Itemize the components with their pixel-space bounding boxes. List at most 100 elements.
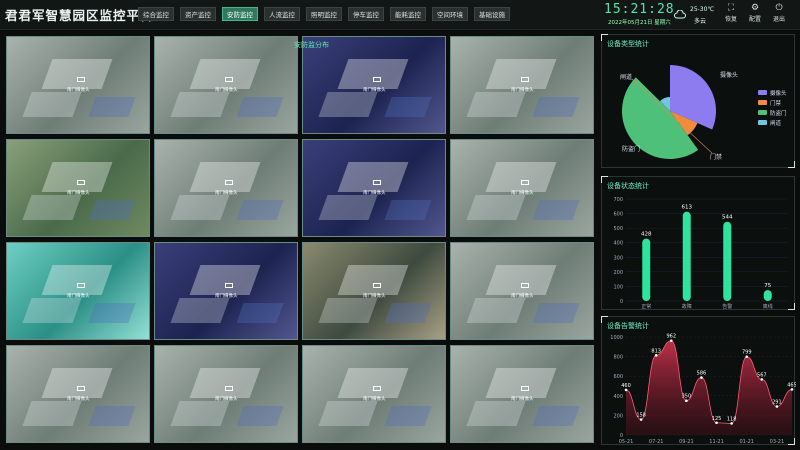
camera-feed-tile[interactable]: 南门摄像头 [302, 345, 446, 443]
device-type-pie-chart: 摄像头摄像头门禁门禁防盗门防盗门闸道闸道 [620, 65, 787, 161]
camera-label: 南门摄像头 [215, 397, 238, 402]
camera-feed-tile[interactable]: 南门摄像头 [6, 139, 150, 237]
building-shape [22, 298, 82, 323]
data-point[interactable] [700, 376, 703, 379]
building-shape [532, 303, 580, 323]
building-shape [466, 92, 526, 117]
x-tick-label: 离线 [763, 303, 773, 310]
y-tick-label: 700 [613, 197, 623, 203]
restore-label: 恢复 [724, 16, 737, 23]
building-shape [337, 59, 409, 89]
nav-tab[interactable]: 空间环境 [432, 7, 468, 21]
nav-tab[interactable]: 照明监控 [306, 7, 342, 21]
legend-label[interactable]: 防盗门 [770, 109, 787, 117]
data-point[interactable] [790, 388, 794, 391]
camera-feed-tile[interactable]: 南门摄像头 [302, 36, 446, 134]
building-shape [236, 200, 284, 220]
data-label: 465 [787, 382, 796, 388]
data-label: 158 [636, 413, 646, 419]
pie-label: 闸道 [620, 73, 632, 81]
logout-label: 退出 [772, 16, 785, 23]
camera-feed-tile[interactable]: 南门摄像头 [154, 345, 298, 443]
data-point[interactable] [639, 418, 643, 421]
data-point[interactable] [730, 422, 733, 425]
pie-label: 门禁 [710, 153, 722, 161]
bar-value-label: 613 [682, 205, 693, 211]
camera-label: 南门摄像头 [67, 191, 90, 196]
data-label: 350 [682, 394, 692, 400]
camera-feed-tile[interactable]: 南门摄像头 [302, 242, 446, 340]
camera-icon [77, 180, 85, 185]
x-tick-label: 05-21 [619, 439, 634, 445]
camera-feed-tile[interactable]: 南门摄像头 [154, 242, 298, 340]
building-shape [88, 303, 136, 323]
camera-label: 南门摄像头 [511, 397, 534, 402]
building-shape [41, 59, 113, 89]
data-point[interactable] [775, 405, 779, 408]
weather-widget: 25-30℃ 多云 [672, 4, 720, 26]
device-status-title: 设备状态统计 [607, 182, 649, 190]
building-shape [41, 265, 113, 295]
camera-feed-tile[interactable]: 南门摄像头 [154, 36, 298, 134]
nav-tab[interactable]: 停车监控 [348, 7, 384, 21]
camera-icon [521, 180, 529, 185]
camera-feed-tile[interactable]: 南门摄像头 [302, 139, 446, 237]
x-tick-label: 07-21 [649, 439, 664, 445]
data-point[interactable] [760, 378, 764, 381]
legend-label[interactable]: 门禁 [770, 99, 782, 107]
config-button[interactable]: ⚙ 配置 [746, 3, 764, 23]
building-shape [170, 92, 230, 117]
legend-swatch [758, 110, 767, 115]
camera-feed-tile[interactable]: 南门摄像头 [450, 36, 594, 134]
data-label: 118 [727, 416, 737, 422]
y-tick-label: 200 [613, 413, 623, 419]
device-status-bar-chart: 0 100 200 300 400 500 600 700 428 正常 613 故障 544 告警 75 离… [613, 197, 788, 310]
building-shape [485, 59, 557, 89]
bar-value-label: 544 [722, 215, 733, 221]
camera-feed-tile[interactable]: 南门摄像头 [6, 36, 150, 134]
building-shape [466, 401, 526, 426]
y-tick-label: 800 [613, 355, 623, 361]
nav-tab[interactable]: 安防监控 [222, 7, 258, 21]
nav-tab[interactable]: 能耗监控 [390, 7, 426, 21]
camera-feed-tile[interactable]: 南门摄像头 [6, 345, 150, 443]
config-label: 配置 [748, 16, 761, 23]
data-point[interactable] [624, 388, 628, 392]
building-shape [170, 298, 230, 323]
camera-label: 南门摄像头 [67, 294, 90, 299]
camera-label: 南门摄像头 [511, 191, 534, 196]
building-shape [22, 92, 82, 117]
data-point[interactable] [669, 339, 673, 343]
legend-label[interactable]: 摄像头 [770, 89, 787, 97]
data-point[interactable] [715, 421, 718, 425]
weather-temp: 25-30℃ [690, 6, 715, 13]
device-type-panel: 设备类型统计 摄像头 摄像头 门禁 门禁 防盗门 防盗门 闸道 闸道 [601, 34, 795, 168]
camera-label: 南门摄像头 [363, 88, 386, 93]
data-label: 799 [742, 350, 752, 356]
nav-tab[interactable]: 人流监控 [264, 7, 300, 21]
nav-tab[interactable]: 基础设施 [474, 7, 510, 21]
camera-label: 南门摄像头 [511, 294, 534, 299]
data-point[interactable] [685, 399, 688, 402]
camera-feed-tile[interactable]: 南门摄像头 [154, 139, 298, 237]
building-shape [485, 265, 557, 295]
camera-feed-tile[interactable]: 南门摄像头 [450, 345, 594, 443]
building-shape [485, 162, 557, 192]
building-shape [88, 200, 136, 220]
device-alarm-area-chart: 02004006008001000460158813962350586125 11… [610, 334, 797, 445]
building-shape [88, 97, 136, 117]
data-point[interactable] [654, 354, 658, 357]
y-tick-label: 500 [613, 226, 623, 232]
restore-button[interactable]: ⛶ 恢复 [722, 3, 740, 23]
device-alarm-panel: 设备告警统计 0 200 400 600 800 1000 460 158 813 962 350 5… [601, 316, 797, 445]
nav-tab[interactable]: 资产监控 [180, 7, 216, 21]
legend-label[interactable]: 闸道 [770, 119, 782, 127]
building-shape [337, 162, 409, 192]
logout-button[interactable]: ⏻ 退出 [770, 3, 788, 23]
camera-feed-tile[interactable]: 南门摄像头 [450, 139, 594, 237]
camera-feed-tile[interactable]: 南门摄像头 [6, 242, 150, 340]
camera-feed-tile[interactable]: 南门摄像头 [450, 242, 594, 340]
camera-label: 南门摄像头 [215, 88, 238, 93]
data-point[interactable] [745, 355, 749, 358]
nav-tab[interactable]: 综合监控 [138, 7, 174, 21]
